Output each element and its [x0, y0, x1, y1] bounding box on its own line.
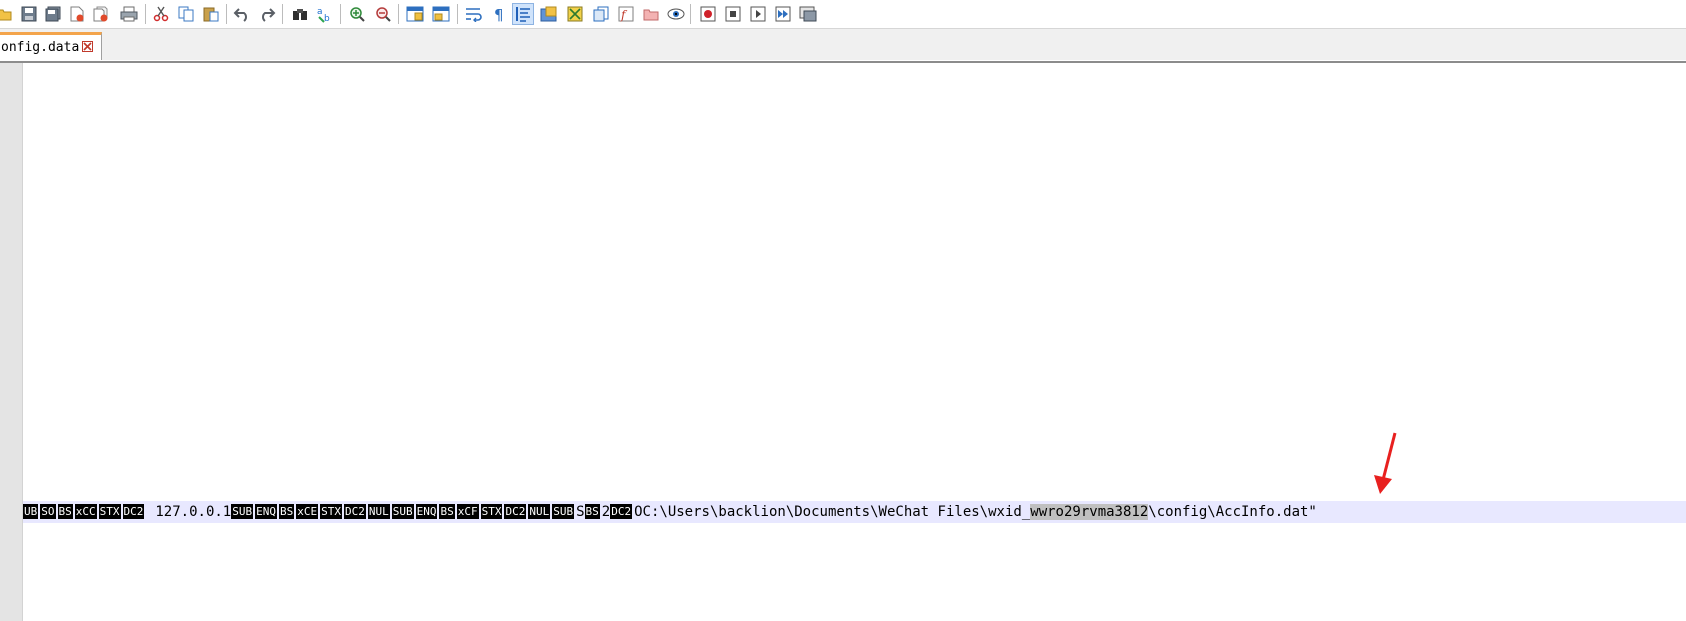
red-annotation-arrow: [1374, 432, 1397, 494]
close-tab-icon[interactable]: [82, 41, 93, 52]
control-char: STX: [480, 504, 503, 519]
control-char: SUB: [552, 504, 575, 519]
indent-guide-icon[interactable]: [512, 3, 534, 25]
close-all-icon[interactable]: [90, 3, 112, 25]
path-prefix: OC:\Users\backlion\Documents\WeChat File…: [634, 504, 1031, 520]
svg-text:a: a: [317, 7, 323, 17]
control-char: STX: [320, 504, 342, 519]
control-char: xCF: [456, 504, 479, 519]
control-char: NUL: [367, 504, 390, 519]
run-macro-multiple-icon[interactable]: [772, 3, 794, 25]
toolbar-separator: [282, 4, 283, 24]
toolbar-separator: [398, 4, 399, 24]
zoom-out-icon[interactable]: [372, 3, 394, 25]
toolbar: ab ¶ f: [0, 0, 1686, 29]
control-char: SUB: [231, 504, 254, 519]
zoom-in-icon[interactable]: [346, 3, 368, 25]
find-icon[interactable]: [289, 3, 311, 25]
show-all-characters-icon[interactable]: ¶: [488, 3, 510, 25]
replace-icon[interactable]: ab: [314, 3, 336, 25]
control-char: BS: [278, 504, 295, 519]
line-number-gutter[interactable]: [0, 63, 23, 621]
toolbar-separator: [145, 4, 146, 24]
sync-horizontal-icon[interactable]: [430, 3, 452, 25]
control-char: ENQ: [415, 504, 438, 519]
path-suffix: \config\AccInfo.dat": [1148, 504, 1317, 520]
plain-text-2: 2: [601, 504, 611, 520]
plain-text-s: S: [576, 504, 585, 520]
control-char: SO: [40, 504, 56, 519]
svg-text:¶: ¶: [494, 6, 504, 22]
paste-icon[interactable]: [200, 3, 222, 25]
editor-line[interactable]: UB SO BS xCC STX DC2 127.0.0.1SUB ENQ BS xCE STX DC…: [23, 503, 1317, 523]
redo-icon[interactable]: [256, 3, 278, 25]
document-list-icon[interactable]: [590, 3, 612, 25]
function-list-icon[interactable]: f: [615, 3, 637, 25]
doc-map-icon[interactable]: [564, 3, 586, 25]
control-char: DC2: [122, 504, 145, 519]
user-language-icon[interactable]: [538, 3, 560, 25]
control-char: UB: [23, 504, 39, 519]
save-all-icon[interactable]: [42, 3, 64, 25]
control-char-bs: BS: [584, 504, 600, 519]
print-icon[interactable]: [118, 3, 140, 25]
folder-workspace-icon[interactable]: [640, 3, 662, 25]
control-char: BS: [57, 504, 73, 519]
control-char: NUL: [528, 504, 551, 519]
sync-vertical-icon[interactable]: [404, 3, 426, 25]
tab-config-data[interactable]: onfig.data: [0, 32, 102, 60]
control-char: xCE: [296, 504, 319, 519]
save-macro-icon[interactable]: [797, 3, 819, 25]
control-char: STX: [98, 504, 121, 519]
save-icon[interactable]: [18, 3, 40, 25]
cut-icon[interactable]: [150, 3, 172, 25]
undo-icon[interactable]: [231, 3, 253, 25]
record-macro-icon[interactable]: [697, 3, 719, 25]
word-wrap-icon[interactable]: [463, 3, 485, 25]
svg-text:b: b: [324, 14, 330, 23]
selected-wxid-text[interactable]: wwro29rvma3812: [1030, 504, 1149, 520]
control-char: DC2: [504, 504, 527, 519]
control-char-group: SUB ENQ BS xCE STX DC2 NUL SUB ENQ BS xCF STX DC2 NUL…: [231, 504, 576, 520]
text-editor[interactable]: [23, 63, 1686, 621]
control-char: ENQ: [255, 504, 277, 519]
toolbar-separator: [690, 4, 691, 24]
control-char: BS: [439, 504, 455, 519]
control-char-group: UB SO BS xCC STX DC2: [23, 504, 146, 520]
toolbar-separator: [340, 4, 341, 24]
open-file-icon[interactable]: [0, 3, 16, 25]
tab-label: onfig.data: [1, 40, 80, 55]
ip-text: 127.0.0.1: [155, 504, 232, 520]
toolbar-separator: [457, 4, 458, 24]
control-char: DC2: [343, 504, 366, 519]
play-macro-icon[interactable]: [747, 3, 769, 25]
tab-bar: onfig.data: [0, 29, 1686, 60]
copy-icon[interactable]: [175, 3, 197, 25]
close-file-icon[interactable]: [66, 3, 88, 25]
control-char: xCC: [74, 504, 97, 519]
monitoring-eye-icon[interactable]: [665, 3, 687, 25]
stop-macro-icon[interactable]: [722, 3, 744, 25]
control-char: SUB: [391, 504, 414, 519]
toolbar-separator: [226, 4, 227, 24]
control-char-dc2: DC2: [610, 504, 633, 519]
